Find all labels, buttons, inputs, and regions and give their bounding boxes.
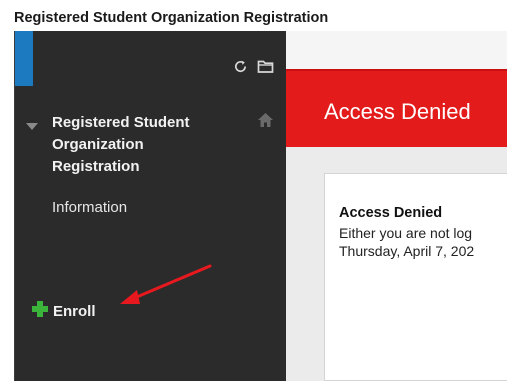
course-sidebar: Registered Student Organization Registra… (14, 31, 286, 381)
folder-icon[interactable] (257, 59, 274, 74)
sidebar-accent-tab[interactable] (15, 31, 33, 86)
plus-icon (31, 300, 49, 323)
course-title[interactable]: Registered Student Organization Registra… (52, 112, 222, 178)
home-icon[interactable] (257, 112, 274, 133)
caret-down-icon[interactable] (25, 118, 39, 136)
course-frame: Registered Student Organization Registra… (14, 31, 507, 381)
menu-item-information[interactable]: Information (52, 199, 127, 216)
sidebar-toolbar (233, 59, 274, 74)
content-area: Access Denied Access Denied Either you a… (286, 31, 507, 381)
enroll-button[interactable]: Enroll (31, 300, 96, 323)
message-date: Thursday, April 7, 202 (339, 243, 475, 259)
message-box: Access Denied Either you are not log Thu… (324, 173, 507, 381)
message-title: Access Denied (339, 205, 443, 221)
message-text: Either you are not log (339, 225, 473, 241)
refresh-icon[interactable] (233, 59, 248, 74)
page-heading: Registered Student Organization Registra… (14, 10, 329, 26)
banner-title: Access Denied (324, 99, 471, 124)
enroll-label: Enroll (53, 303, 96, 320)
arrow-annotation (120, 264, 212, 304)
content-top-strip (286, 31, 507, 69)
access-denied-banner: Access Denied (286, 69, 507, 147)
